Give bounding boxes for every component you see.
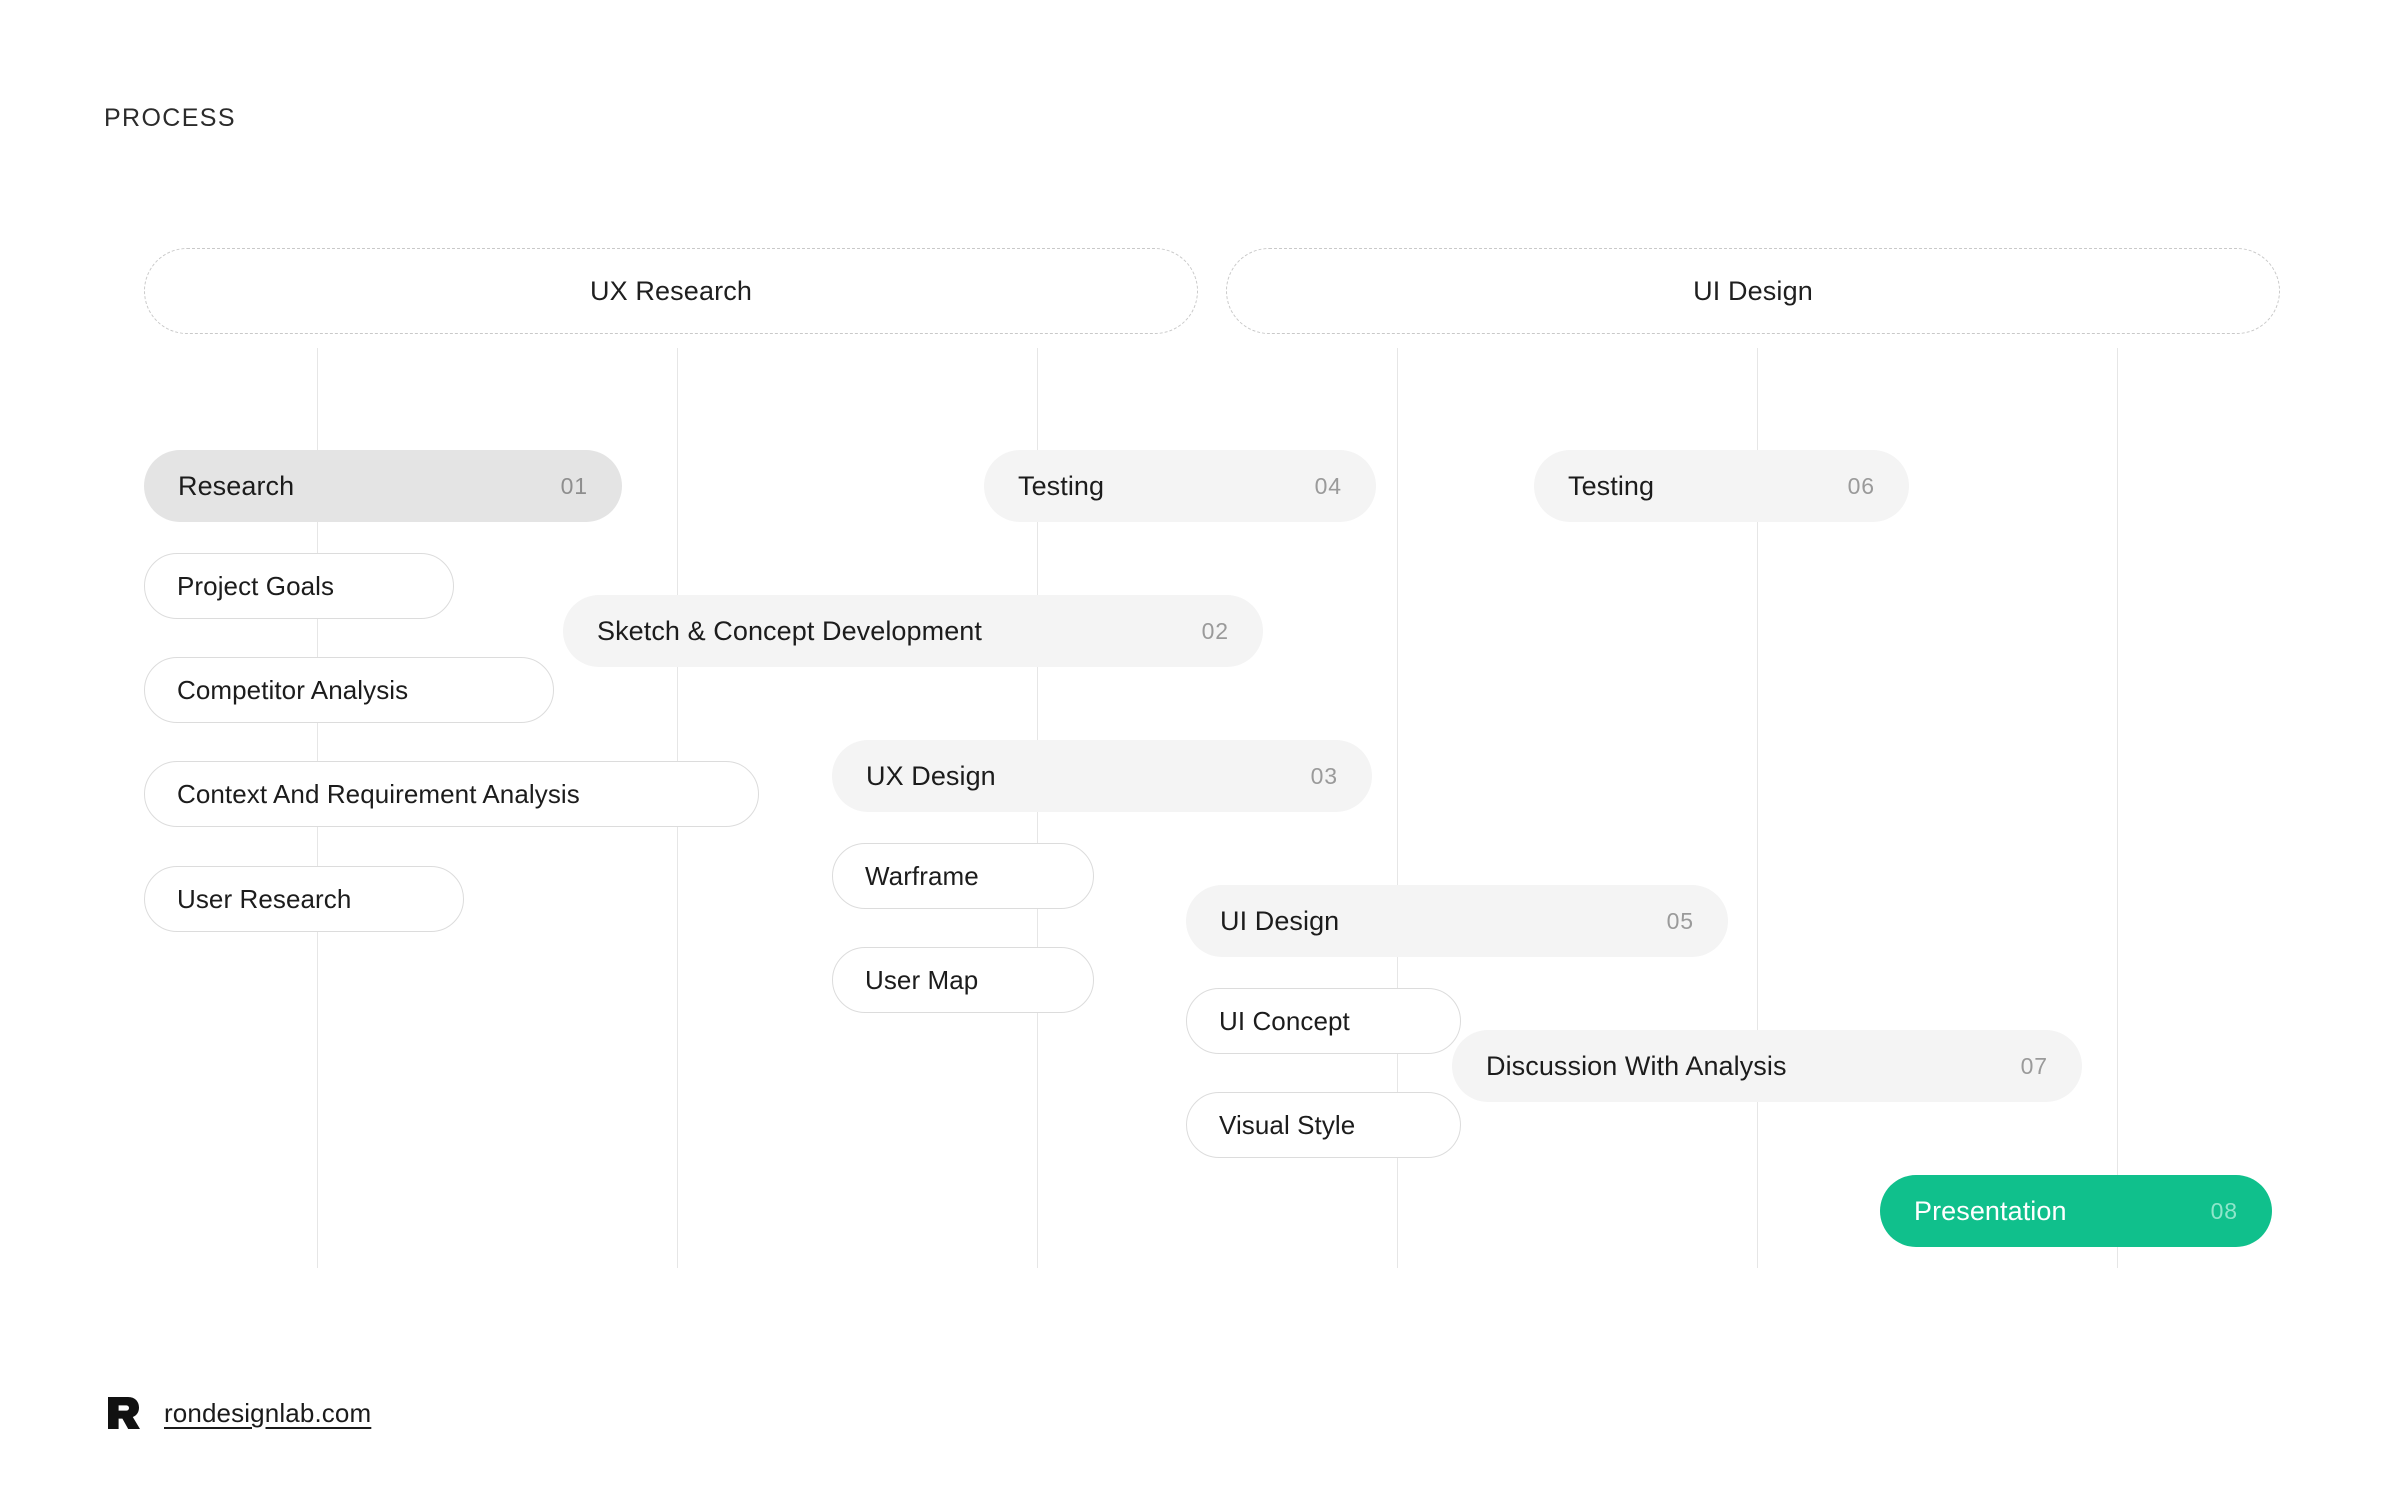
step-pill-08[interactable]: Presentation 08 bbox=[1880, 1175, 2272, 1247]
step-pill-01[interactable]: Research 01 bbox=[144, 450, 622, 522]
step-pill-02-label: Sketch & Concept Development bbox=[597, 615, 982, 646]
step-pill-05-number: 05 bbox=[1666, 907, 1694, 934]
page-title: PROCESS bbox=[104, 104, 236, 132]
rondesignlab-logo-icon bbox=[108, 1397, 140, 1429]
subtask-pill[interactable]: User Map bbox=[832, 947, 1094, 1013]
subtask-pill[interactable]: Warframe bbox=[832, 843, 1094, 909]
subtask-pill[interactable]: Visual Style bbox=[1186, 1092, 1461, 1158]
step-pill-08-label: Presentation bbox=[1914, 1195, 2067, 1226]
step-pill-06-label: Testing bbox=[1568, 470, 1655, 501]
step-pill-03-label: UX Design bbox=[866, 760, 996, 791]
subtask-pill[interactable]: User Research bbox=[144, 866, 464, 932]
subtask-pill-label: Visual Style bbox=[1219, 1110, 1356, 1140]
phase-header-1[interactable]: UX Research bbox=[144, 248, 1198, 334]
subtask-pill[interactable]: Context And Requirement Analysis bbox=[144, 761, 759, 827]
subtask-pill-label: User Research bbox=[177, 884, 352, 914]
subtask-pill-label: Context And Requirement Analysis bbox=[177, 779, 580, 809]
step-pill-07-number: 07 bbox=[2020, 1052, 2048, 1079]
footer: rondesignlab.com bbox=[104, 1393, 371, 1433]
phase-header-label: UX Research bbox=[589, 275, 753, 306]
phase-header-label: UI Design bbox=[1693, 275, 1813, 306]
step-pill-06[interactable]: Testing 06 bbox=[1534, 450, 1909, 522]
subtask-pill[interactable]: UI Concept bbox=[1186, 988, 1461, 1054]
step-pill-02-number: 02 bbox=[1201, 617, 1229, 644]
step-pill-06-number: 06 bbox=[1847, 472, 1875, 499]
step-pill-01-number: 01 bbox=[560, 472, 588, 499]
subtask-pill[interactable]: Competitor Analysis bbox=[144, 657, 554, 723]
subtask-pill-label: Competitor Analysis bbox=[177, 675, 409, 705]
step-pill-05-label: UI Design bbox=[1220, 905, 1340, 936]
subtask-pill-label: Warframe bbox=[865, 861, 979, 891]
website-link[interactable]: rondesignlab.com bbox=[164, 1398, 371, 1429]
subtask-pill-label: Project Goals bbox=[177, 571, 335, 601]
step-pill-07-label: Discussion With Analysis bbox=[1486, 1050, 1787, 1081]
step-pill-02[interactable]: Sketch & Concept Development 02 bbox=[563, 595, 1263, 667]
step-pill-01-label: Research bbox=[178, 470, 295, 501]
subtask-pill-label: UI Concept bbox=[1219, 1006, 1350, 1036]
step-pill-08-number: 08 bbox=[2210, 1197, 2238, 1224]
step-pill-04[interactable]: Testing 04 bbox=[984, 450, 1376, 522]
step-pill-03-number: 03 bbox=[1310, 762, 1338, 789]
guide-line-6 bbox=[2117, 348, 2118, 1268]
subtask-pill-label: User Map bbox=[865, 965, 979, 995]
phase-header-2[interactable]: UI Design bbox=[1226, 248, 2280, 334]
step-pill-04-number: 04 bbox=[1314, 472, 1342, 499]
step-pill-05[interactable]: UI Design 05 bbox=[1186, 885, 1728, 957]
step-pill-07[interactable]: Discussion With Analysis 07 bbox=[1452, 1030, 2082, 1102]
slide-canvas: PROCESS UX Research UI Design Project Goa… bbox=[0, 0, 2401, 1501]
subtask-pill[interactable]: Project Goals bbox=[144, 553, 454, 619]
step-pill-04-label: Testing bbox=[1018, 470, 1105, 501]
step-pill-03[interactable]: UX Design 03 bbox=[832, 740, 1372, 812]
